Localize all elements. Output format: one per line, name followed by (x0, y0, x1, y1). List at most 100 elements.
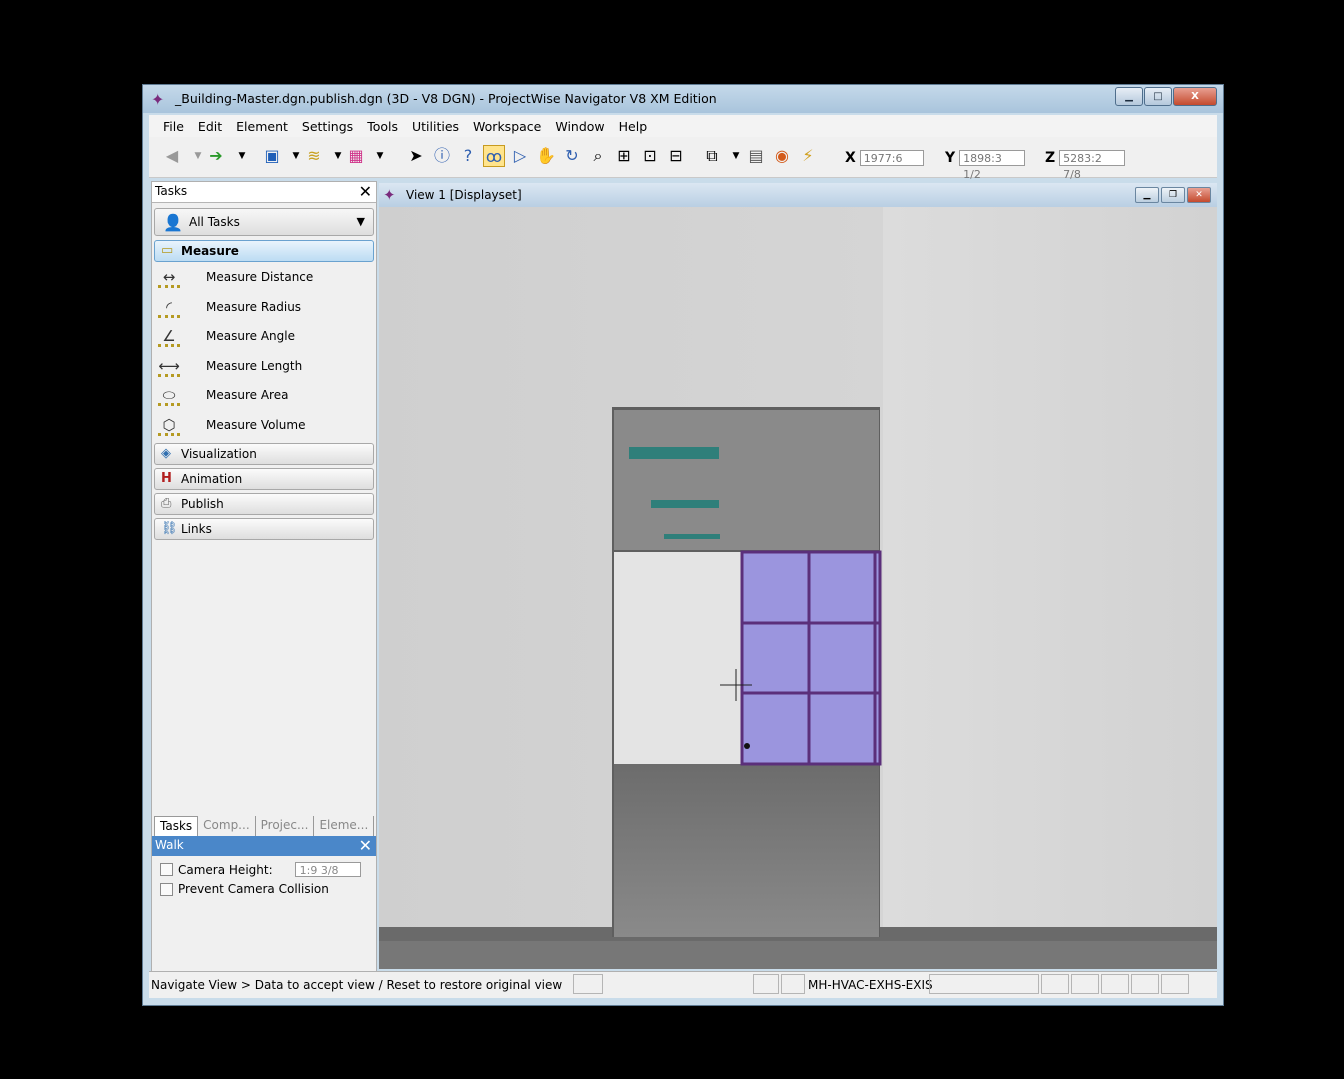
task-label: Measure Area (206, 388, 289, 402)
menu-bar: File Edit Element Settings Tools Utiliti… (149, 115, 1217, 137)
select-arrow-icon[interactable]: ➤ (405, 145, 427, 167)
section-label: Animation (181, 472, 243, 486)
menu-settings[interactable]: Settings (302, 119, 353, 134)
corridor-floor (614, 764, 879, 937)
task-measure-area[interactable]: ⬭ Measure Area (154, 382, 374, 410)
maximize-button[interactable]: □ (1144, 87, 1172, 106)
task-measure-volume[interactable]: ⬡ Measure Volume (154, 412, 374, 440)
menu-help[interactable]: Help (619, 119, 648, 134)
fly-icon[interactable]: ▷ (509, 145, 531, 167)
view-title: View 1 [Displayset] (406, 188, 522, 202)
prevent-collision-row: Prevent Camera Collision (160, 882, 329, 896)
color-dropdown-icon[interactable]: ▼ (369, 145, 391, 167)
status-cell (1071, 974, 1099, 994)
section-label: Publish (181, 497, 224, 511)
menu-tools[interactable]: Tools (367, 119, 398, 134)
close-button[interactable]: X (1173, 87, 1217, 106)
tasks-close-icon[interactable]: ✕ (359, 182, 372, 201)
walk-header: Walk ✕ (152, 836, 376, 856)
color-table-icon[interactable]: ▦ (345, 145, 367, 167)
query-icon[interactable]: ? (457, 145, 479, 167)
drawing-icon[interactable] (1131, 974, 1159, 994)
section-visualization[interactable]: ◈ Visualization (154, 443, 374, 465)
app-logo-icon: ✦ (151, 90, 165, 109)
status-lock-cell[interactable] (753, 974, 779, 994)
tab-project[interactable]: Projec... (256, 816, 315, 836)
lighting-icon[interactable]: ⚡ (797, 145, 819, 167)
measure-radius-icon: ◜ (158, 296, 180, 318)
tab-elements[interactable]: Eleme... (314, 816, 375, 836)
coord-z-label: Z (1045, 150, 1056, 166)
view-restore-button[interactable]: ❐ (1161, 187, 1185, 203)
section-links[interactable]: ⛓ Links (154, 518, 374, 540)
view-close-button[interactable]: ✕ (1187, 187, 1211, 203)
ceiling-vent (629, 447, 719, 459)
active-level: MH-HVAC-EXHS-EXIS (808, 978, 933, 992)
floor-edge (379, 941, 1217, 969)
menu-file[interactable]: File (163, 119, 184, 134)
section-label: Links (181, 522, 212, 536)
walk-footprints-icon[interactable]: ꝏ (483, 145, 505, 167)
coord-y-field[interactable]: 1898:3 1/2 (959, 150, 1026, 181)
view-logo-icon: ✦ (383, 186, 396, 204)
task-measure-length[interactable]: ⟷ Measure Length (154, 353, 374, 381)
zoom-icon[interactable]: ⌕ (587, 145, 609, 167)
coord-x-field[interactable]: 1977:6 (859, 150, 924, 166)
forward-dropdown-icon[interactable]: ▼ (231, 145, 253, 167)
camera-height-field[interactable]: 1:9 3/8 (294, 862, 361, 877)
prevent-collision-label: Prevent Camera Collision (178, 882, 329, 896)
status-bar: Navigate View > Data to accept view / Re… (149, 971, 1217, 998)
prevent-collision-checkbox[interactable] (160, 882, 173, 896)
section-measure[interactable]: ▭ Measure (154, 240, 374, 262)
coord-z-field[interactable]: 5283:2 7/8 (1059, 150, 1126, 181)
task-measure-radius[interactable]: ◜ Measure Radius (154, 294, 374, 322)
walk-title: Walk (155, 838, 184, 852)
status-cell (1101, 974, 1129, 994)
tab-components[interactable]: Comp... (198, 816, 256, 836)
view-canvas[interactable] (379, 207, 1217, 969)
section-animation[interactable]: H Animation (154, 468, 374, 490)
visualization-cube-icon: ◈ (161, 446, 171, 461)
tasks-header: Tasks ✕ (152, 182, 376, 203)
corridor-ceiling (614, 410, 879, 550)
scene-render[interactable] (379, 207, 1217, 969)
view-header[interactable]: ✦ View 1 [Displayset] ▁ ❐ ✕ (379, 183, 1217, 207)
menu-element[interactable]: Element (236, 119, 288, 134)
levels-icon[interactable]: ≋ (303, 145, 325, 167)
lock-icon[interactable] (781, 974, 805, 994)
menu-window[interactable]: Window (555, 119, 604, 134)
task-measure-distance[interactable]: ↔ Measure Distance (154, 264, 374, 292)
minimize-button[interactable]: ▁ (1115, 87, 1143, 106)
back-icon[interactable]: ◀ (161, 145, 183, 167)
window-dropdown-icon[interactable]: ▼ (725, 145, 747, 167)
render-icon[interactable]: ◉ (771, 145, 793, 167)
view-attributes-icon[interactable]: ▣ (261, 145, 283, 167)
previous-view-icon[interactable]: ⊡ (639, 145, 661, 167)
menu-utilities[interactable]: Utilities (412, 119, 459, 134)
view-minimize-button[interactable]: ▁ (1135, 187, 1159, 203)
forward-icon[interactable]: ➔ (205, 145, 227, 167)
saved-views-icon[interactable]: ▤ (745, 145, 767, 167)
task-label: Measure Angle (206, 329, 295, 343)
walk-close-icon[interactable]: ✕ (359, 836, 372, 855)
info-icon[interactable]: ⓘ (431, 145, 453, 167)
menu-edit[interactable]: Edit (198, 119, 222, 134)
window-area-icon[interactable]: ⧉ (701, 145, 723, 167)
title-bar[interactable]: ✦ _Building-Master.dgn.publish.dgn (3D -… (143, 85, 1223, 113)
fit-view-icon[interactable]: ⊞ (613, 145, 635, 167)
tab-tasks[interactable]: Tasks (154, 816, 199, 836)
camera-height-checkbox[interactable] (160, 863, 173, 876)
tasks-title: Tasks (155, 184, 188, 198)
pan-hand-icon[interactable]: ✋ (535, 145, 557, 167)
right-wall (883, 207, 1217, 927)
camera-height-row: Camera Height: 1:9 3/8 (160, 862, 361, 877)
rotate-icon[interactable]: ↻ (561, 145, 583, 167)
menu-workspace[interactable]: Workspace (473, 119, 541, 134)
tasks-user-icon: 👤 (163, 213, 183, 232)
task-filter-dropdown[interactable]: 👤 All Tasks ▼ (154, 208, 374, 236)
chevron-down-icon: ▼ (356, 215, 365, 228)
mouse-icon[interactable] (1161, 974, 1189, 994)
next-view-icon[interactable]: ⊟ (665, 145, 687, 167)
task-measure-angle[interactable]: ∠ Measure Angle (154, 323, 374, 351)
section-publish[interactable]: ⎙ Publish (154, 493, 374, 515)
